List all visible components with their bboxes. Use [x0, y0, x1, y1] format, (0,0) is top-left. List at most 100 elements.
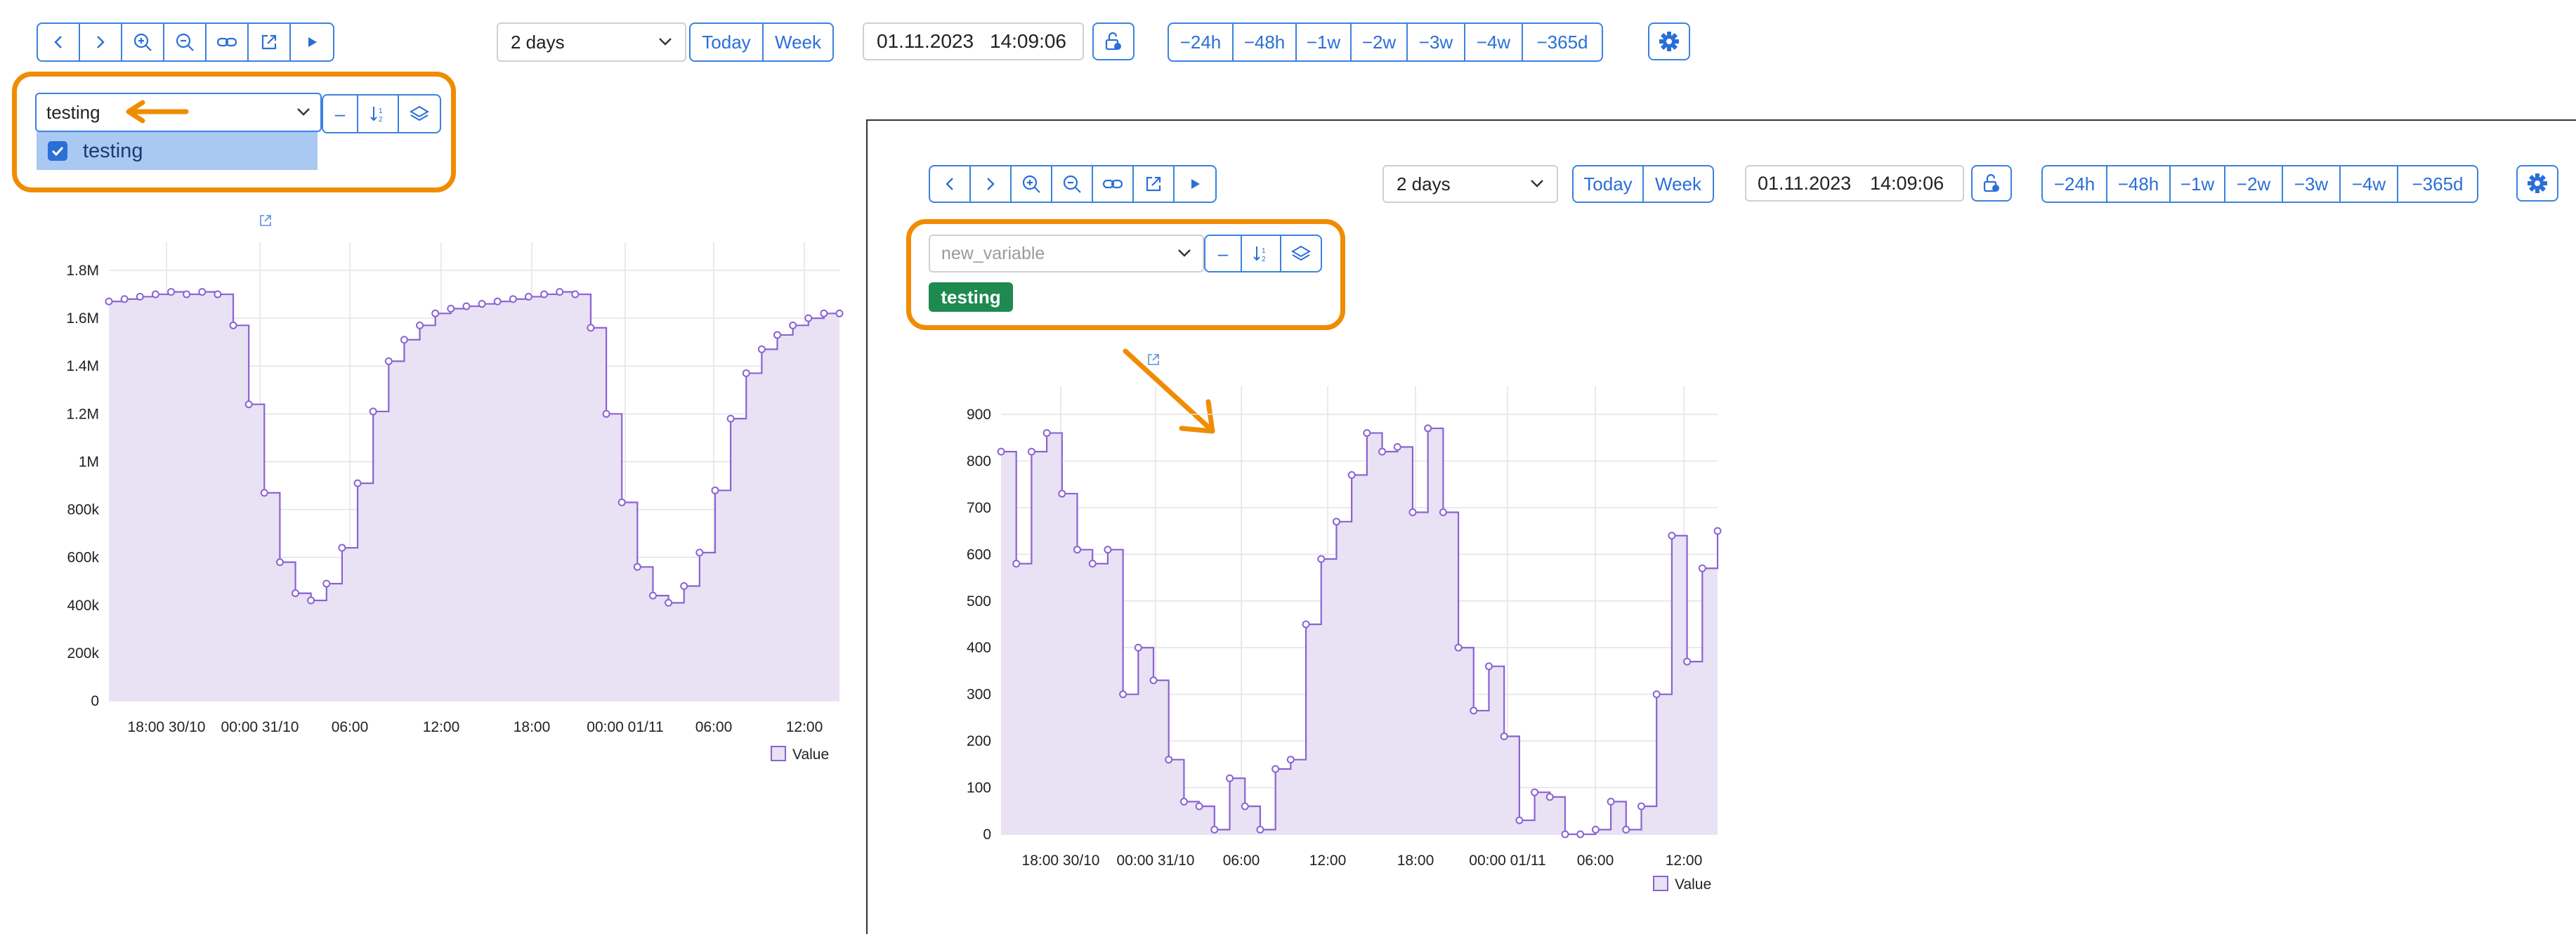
- week-button[interactable]: Week: [1644, 166, 1713, 202]
- link-button[interactable]: [207, 24, 249, 60]
- play-button[interactable]: [291, 24, 333, 60]
- data-point: [1545, 793, 1554, 801]
- next-button[interactable]: [80, 24, 122, 60]
- prev-button[interactable]: [38, 24, 80, 60]
- checkbox-checked-icon[interactable]: [48, 141, 67, 161]
- zoom-in-button[interactable]: [1012, 166, 1052, 202]
- shift-365d-button[interactable]: −365d: [1523, 24, 1602, 60]
- shift-48h-button[interactable]: −48h: [1234, 24, 1297, 60]
- zoom-out-button[interactable]: [1052, 166, 1093, 202]
- date-input-value: 01.11.2023: [1758, 172, 1852, 194]
- svg-text:1: 1: [379, 107, 383, 115]
- data-point: [617, 498, 626, 506]
- shift-24h-button[interactable]: −24h: [2043, 166, 2107, 202]
- data-point: [1088, 560, 1097, 568]
- today-button[interactable]: Today: [1574, 166, 1644, 202]
- legend-label: Value: [1675, 876, 1711, 893]
- data-point: [509, 295, 517, 303]
- svg-text:2: 2: [1262, 256, 1266, 263]
- variable-select-value: testing: [46, 101, 100, 123]
- range-select[interactable]: 2 days: [497, 22, 686, 62]
- variable-select[interactable]: new_variable: [929, 235, 1204, 272]
- layers-button[interactable]: [399, 96, 440, 132]
- play-button[interactable]: [1175, 166, 1215, 202]
- date-input[interactable]: 01.11.2023: [863, 22, 980, 60]
- variable-dropdown-option[interactable]: testing: [37, 132, 318, 170]
- y-tick-label: 500: [967, 593, 991, 610]
- collapse-button[interactable]: –: [323, 96, 358, 132]
- shift-1w-button[interactable]: −1w: [1297, 24, 1352, 60]
- today-button[interactable]: Today: [691, 24, 764, 60]
- layers-button[interactable]: [1281, 236, 1321, 271]
- y-tick-label: 200: [967, 733, 991, 749]
- y-tick-label: 0: [91, 693, 99, 709]
- y-tick-label: 800k: [67, 502, 99, 518]
- date-input[interactable]: 01.11.2023: [1745, 165, 1860, 202]
- shift-3w-button[interactable]: −3w: [2283, 166, 2341, 202]
- data-point: [1302, 620, 1310, 629]
- shift-4w-button[interactable]: −4w: [1465, 24, 1523, 60]
- external-link-icon[interactable]: [259, 213, 273, 228]
- data-point: [757, 345, 766, 353]
- settings-button[interactable]: [1648, 22, 1690, 60]
- settings-button[interactable]: [2516, 165, 2558, 202]
- sort-button[interactable]: 12: [1242, 236, 1281, 271]
- chevron-right-icon: [987, 178, 995, 190]
- shift-3w-button[interactable]: −3w: [1408, 24, 1465, 60]
- time-input[interactable]: 14:09:06: [1859, 165, 1964, 202]
- shift-4w-button[interactable]: −4w: [2341, 166, 2398, 202]
- data-point: [1500, 732, 1508, 740]
- shift-24h-button[interactable]: −24h: [1169, 24, 1234, 60]
- x-tick-label: 06:00: [332, 719, 369, 735]
- data-point: [431, 309, 440, 317]
- chevron-down-icon: [1531, 180, 1543, 188]
- range-select[interactable]: 2 days: [1382, 165, 1558, 203]
- data-point: [1439, 508, 1447, 517]
- link-button[interactable]: [1093, 166, 1134, 202]
- svg-text:1: 1: [1262, 247, 1266, 255]
- collapse-button[interactable]: –: [1205, 236, 1242, 271]
- next-button[interactable]: [971, 166, 1012, 202]
- data-point: [680, 582, 688, 591]
- data-point: [1698, 564, 1706, 572]
- shift-365d-button[interactable]: −365d: [2398, 166, 2477, 202]
- sort-button[interactable]: 12: [358, 96, 399, 132]
- prev-button[interactable]: [930, 166, 971, 202]
- shift-48h-button[interactable]: −48h: [2107, 166, 2171, 202]
- external-link-button[interactable]: [249, 24, 291, 60]
- external-link-icon: [1146, 176, 1161, 192]
- shift-2w-button[interactable]: −2w: [2225, 166, 2283, 202]
- x-tick-label: 06:00: [1577, 853, 1614, 869]
- chevron-down-icon: [659, 38, 672, 46]
- shift-2w-button[interactable]: −2w: [1352, 24, 1408, 60]
- week-button[interactable]: Week: [764, 24, 832, 60]
- data-point: [307, 596, 315, 605]
- annotation-arrow-left-icon: [126, 100, 189, 124]
- zoom-in-button[interactable]: [122, 24, 164, 60]
- data-point: [789, 321, 797, 329]
- data-point: [1576, 830, 1585, 838]
- lock-time-button[interactable]: [1971, 165, 2012, 202]
- y-tick-label: 0: [983, 827, 991, 843]
- data-point: [151, 290, 159, 298]
- data-point: [1317, 555, 1326, 563]
- data-point: [120, 295, 129, 303]
- variable-tag[interactable]: testing: [929, 282, 1013, 312]
- external-link-button[interactable]: [1134, 166, 1175, 202]
- time-input[interactable]: 14:09:06: [979, 22, 1084, 60]
- data-point: [587, 324, 595, 332]
- data-point: [400, 336, 408, 344]
- link-icon: [1102, 179, 1123, 189]
- y-tick-label: 300: [967, 687, 991, 703]
- zoom-out-button[interactable]: [164, 24, 207, 60]
- data-point: [1393, 443, 1401, 452]
- lock-time-button[interactable]: [1092, 22, 1135, 60]
- data-point: [1484, 662, 1493, 671]
- y-tick-label: 700: [967, 500, 991, 516]
- data-point: [1591, 825, 1600, 834]
- variable-actions-left: – 12: [322, 94, 441, 133]
- shift-1w-button[interactable]: −1w: [2171, 166, 2225, 202]
- svg-text:2: 2: [379, 116, 383, 123]
- play-icon: [308, 37, 317, 47]
- variable-option-label: testing: [83, 139, 143, 162]
